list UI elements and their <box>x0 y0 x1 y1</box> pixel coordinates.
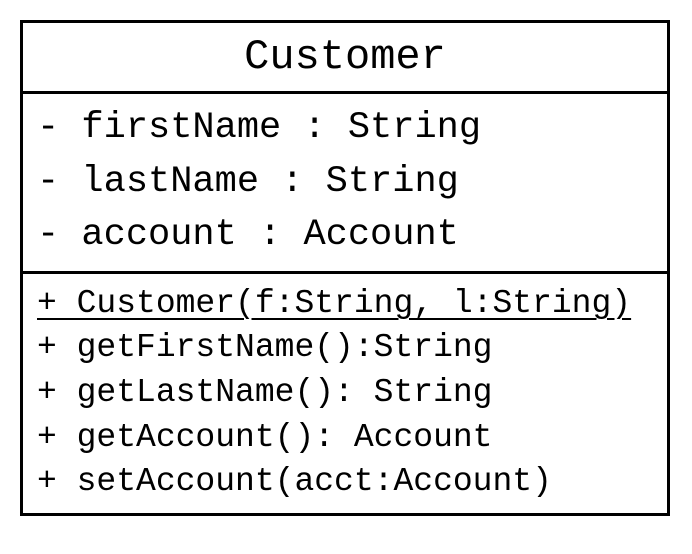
method-row: + getFirstName():String <box>37 326 653 371</box>
attributes-section: - firstName : String - lastName : String… <box>23 94 667 274</box>
attribute-row: - account : Account <box>37 209 653 263</box>
attribute-row: - firstName : String <box>37 102 653 156</box>
attribute-row: - lastName : String <box>37 156 653 210</box>
method-row: + getLastName(): String <box>37 371 653 416</box>
class-name: Customer <box>23 23 667 94</box>
uml-class-box: Customer - firstName : String - lastName… <box>20 20 670 516</box>
methods-section: + Customer(f:String, l:String) + getFirs… <box>23 274 667 513</box>
method-row: + Customer(f:String, l:String) <box>37 282 653 327</box>
method-row: + setAccount(acct:Account) <box>37 460 653 505</box>
method-row: + getAccount(): Account <box>37 416 653 461</box>
